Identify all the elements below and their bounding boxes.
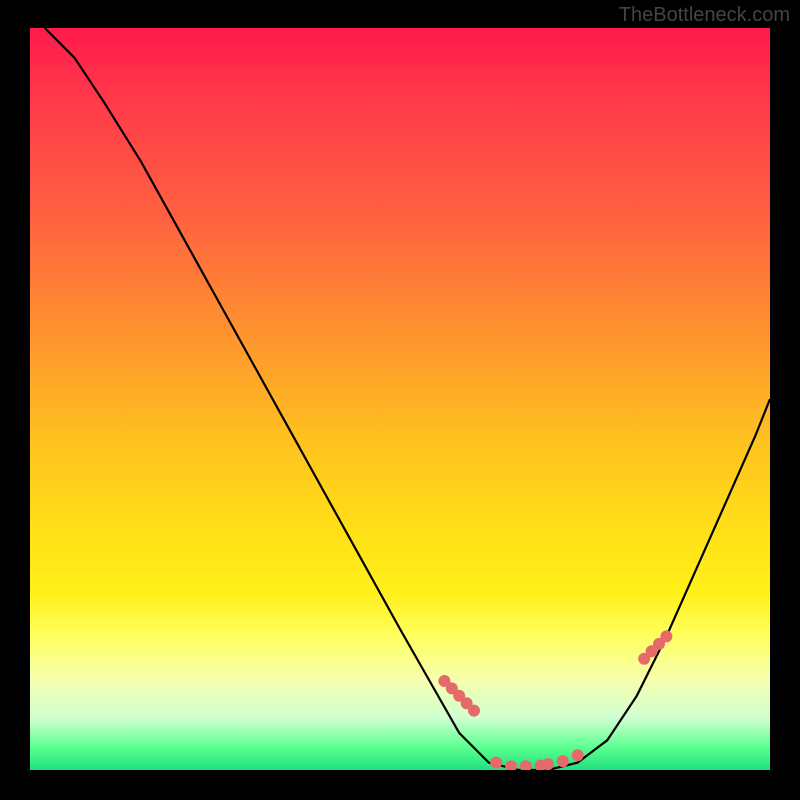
marker-point — [557, 755, 569, 767]
marker-point — [660, 630, 672, 642]
marker-point — [520, 760, 532, 770]
chart-svg — [30, 28, 770, 770]
plot-gradient-background — [30, 28, 770, 770]
marker-point — [490, 757, 502, 769]
marker-points-group — [438, 630, 672, 770]
marker-point — [572, 749, 584, 761]
bottleneck-curve — [45, 28, 770, 770]
marker-point — [505, 760, 517, 770]
marker-point — [542, 758, 554, 770]
marker-point — [468, 705, 480, 717]
watermark-text: TheBottleneck.com — [619, 4, 790, 27]
